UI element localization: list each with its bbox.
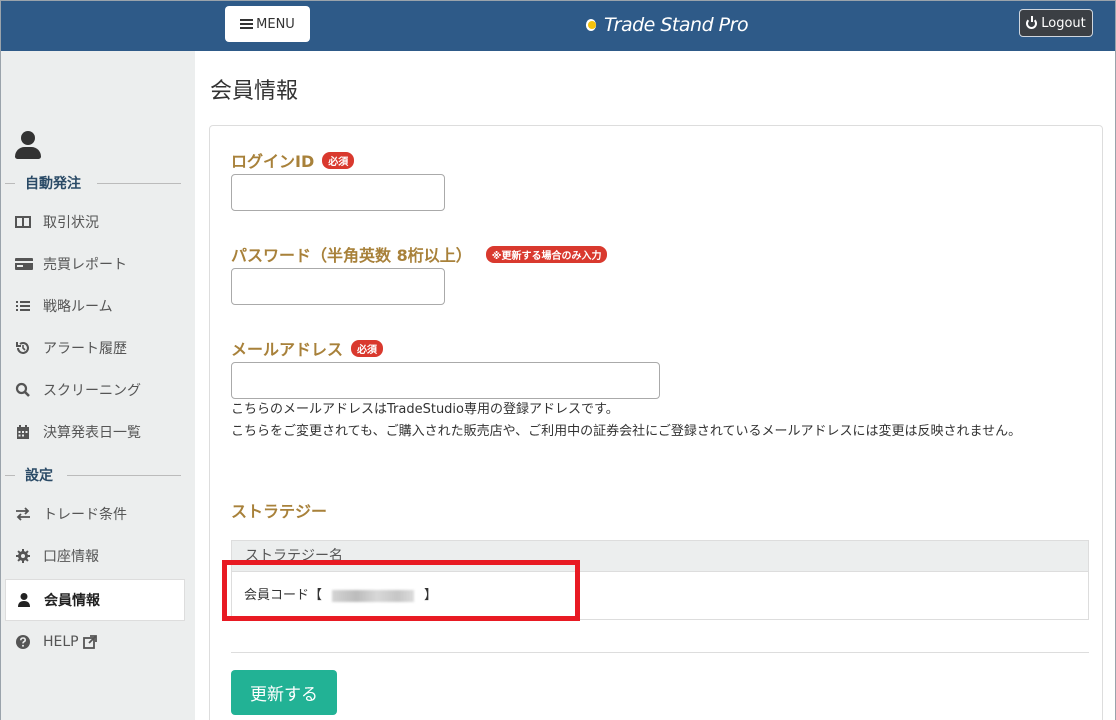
history-icon <box>15 340 31 356</box>
email-input[interactable] <box>231 362 660 399</box>
sidebar-item-trade-conditions[interactable]: トレード条件 <box>5 493 185 535</box>
page-title: 会員情報 <box>210 79 299 104</box>
logo-text: Trade Stand Pro <box>604 14 749 36</box>
section-auto-label: 自動発注 <box>25 176 81 192</box>
sidebar-item-strategy-room[interactable]: 戦略ルーム <box>5 285 185 327</box>
sidebar-item-member-info[interactable]: 会員情報 <box>5 579 185 621</box>
main-content: 会員情報 ログインID 必須 パスワード（半角英数 8桁以上） ※更新する場合の… <box>195 51 1115 720</box>
sidebar-item-trade-report[interactable]: 売買レポート <box>5 243 185 285</box>
hamburger-icon <box>240 19 254 29</box>
columns-icon <box>15 214 31 230</box>
sidebar: 自動発注 取引状況 売買レポート 戦略ルーム アラート履歴 スクリーニング 決算… <box>1 51 195 720</box>
card-icon <box>15 256 33 272</box>
required-badge: 必須 <box>351 339 384 357</box>
gear-icon <box>15 548 31 564</box>
email-help-text: こちらのメールアドレスはTradeStudio専用の登録アドレスです。 こちらを… <box>231 402 1022 439</box>
password-label: パスワード（半角英数 8桁以上） ※更新する場合のみ入力 <box>231 242 608 266</box>
sidebar-item-account-info[interactable]: 口座情報 <box>5 535 185 577</box>
logout-label: Logout <box>1041 15 1086 31</box>
search-icon <box>15 382 31 398</box>
exchange-icon <box>15 506 31 522</box>
sidebar-item-screening[interactable]: スクリーニング <box>5 369 185 411</box>
avatar-user-icon <box>15 131 41 161</box>
highlight-box <box>222 560 580 621</box>
login-id-input[interactable] <box>231 174 445 211</box>
logout-button[interactable]: Logout <box>1019 9 1093 37</box>
section-settings-label: 設定 <box>25 468 53 484</box>
menu-button[interactable]: MENU <box>225 6 310 42</box>
list-icon <box>15 298 31 314</box>
sidebar-item-earnings-calendar[interactable]: 決算発表日一覧 <box>5 411 185 453</box>
strategy-label: ストラテジー <box>231 502 328 521</box>
section-auto-order: 自動発注 <box>1 173 195 193</box>
password-input[interactable] <box>231 268 445 305</box>
update-button[interactable]: 更新する <box>231 670 337 715</box>
calendar-icon <box>15 424 31 440</box>
external-link-icon <box>82 635 97 649</box>
member-info-card: ログインID 必須 パスワード（半角英数 8桁以上） ※更新する場合のみ入力 メ… <box>209 125 1103 720</box>
user-icon <box>16 592 32 608</box>
logo: Trade Stand Pro <box>585 14 749 36</box>
sidebar-item-alert-history[interactable]: アラート履歴 <box>5 327 185 369</box>
sidebar-item-trade-status[interactable]: 取引状況 <box>5 201 185 243</box>
password-note-badge: ※更新する場合のみ入力 <box>485 245 608 263</box>
login-id-label: ログインID 必須 <box>231 148 355 172</box>
menu-label: MENU <box>256 16 295 32</box>
question-icon <box>15 634 31 650</box>
required-badge: 必須 <box>322 151 355 169</box>
logo-mark-icon <box>585 18 599 32</box>
email-label: メールアドレス 必須 <box>231 336 384 360</box>
top-bar: MENU Trade Stand Pro Logout <box>1 1 1115 51</box>
power-icon <box>1026 15 1038 29</box>
section-settings: 設定 <box>1 465 195 485</box>
divider <box>231 652 1089 653</box>
sidebar-item-help[interactable]: HELP <box>5 621 185 663</box>
